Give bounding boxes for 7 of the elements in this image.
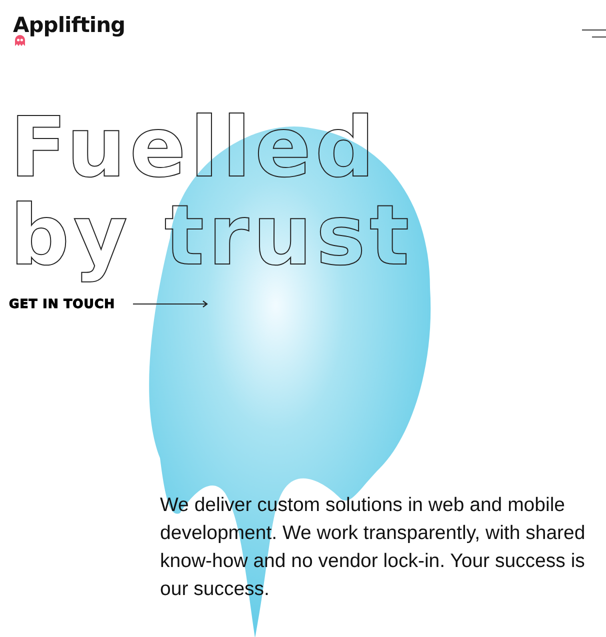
arrow-icon [133,300,210,308]
ghost-icon [15,35,25,46]
get-in-touch-link[interactable]: GET IN TOUCH [9,296,210,311]
logo-wordmark[interactable]: Applifting [13,12,126,38]
menu-icon[interactable] [582,29,606,39]
headline: by trust [10,192,414,280]
headline: Fuelled [10,104,379,192]
